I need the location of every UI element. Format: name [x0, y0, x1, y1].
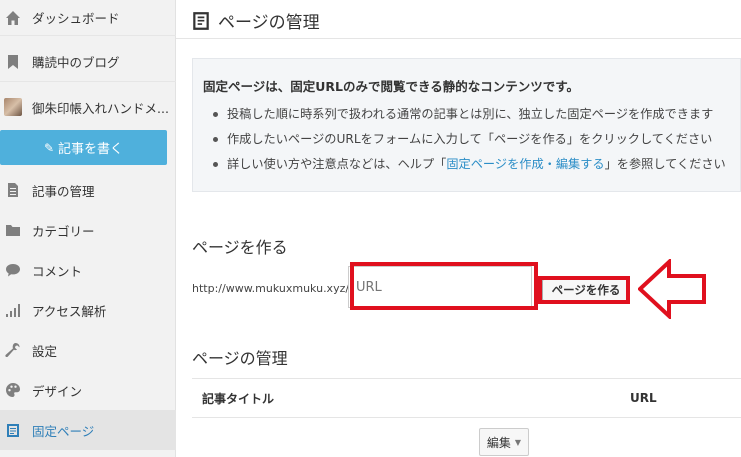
sidebar-item-label: 記事の管理 [32, 183, 95, 199]
sidebar-item-categories[interactable]: カテゴリー [0, 210, 176, 250]
sidebar-item-analytics[interactable]: アクセス解析 [0, 290, 176, 330]
list-item: 詳しい使い方や注意点などは、ヘルプ「固定ページを作成・編集する」を参照してくださ… [203, 155, 740, 180]
pencil-icon: ✎ [43, 140, 55, 155]
url-input[interactable] [348, 266, 532, 308]
main-content: ページの管理 固定ページは、固定URLのみで閲覧できる静的なコンテンツです。 投… [176, 0, 741, 457]
write-article-button[interactable]: ✎ 記事を書く [0, 130, 167, 165]
list-item: 投稿した順に時系列で扱われる通常の記事とは別に、独立した固定ページを作成できます [203, 105, 740, 130]
sidebar-item-dashboard[interactable]: ダッシュボード [0, 0, 176, 36]
sidebar-item-label: デザイン [32, 383, 83, 399]
blog-thumbnail [4, 98, 22, 116]
info-box: 固定ページは、固定URLのみで閲覧できる静的なコンテンツです。 投稿した順に時系… [192, 58, 741, 192]
sidebar-item-design[interactable]: デザイン [0, 370, 176, 410]
sidebar-item-subscriptions[interactable]: 購読中のブログ [0, 42, 176, 82]
pages-icon [192, 11, 218, 31]
folder-icon [4, 221, 22, 239]
wrench-icon [4, 341, 22, 359]
pages-icon [4, 421, 22, 439]
sidebar-item-blog[interactable]: 御朱印帳入れハンドメ... [0, 86, 176, 128]
page-title: ページの管理 [192, 8, 320, 33]
left-arrow-annotation [638, 259, 706, 319]
sidebar-item-label: アクセス解析 [32, 303, 107, 319]
sidebar-item-comments[interactable]: コメント [0, 250, 176, 290]
sidebar-item-label: コメント [32, 263, 83, 279]
url-prefix: http://www.mukuxmuku.xyz/ [192, 282, 350, 295]
sidebar-item-label: 購読中のブログ [32, 55, 120, 70]
sidebar-item-articles[interactable]: 記事の管理 [0, 170, 176, 210]
sidebar-item-label: 設定 [32, 343, 58, 359]
bar-chart-icon [4, 301, 22, 319]
sidebar-item-settings[interactable]: 設定 [0, 330, 176, 370]
palette-icon [4, 381, 22, 399]
manage-section-title: ページの管理 [192, 349, 288, 368]
create-section-title: ページを作る [192, 238, 288, 257]
table-header: 記事タイトル URL [192, 378, 741, 418]
info-list: 投稿した順に時系列で扱われる通常の記事とは別に、独立した固定ページを作成できます… [203, 105, 740, 180]
sidebar-item-label: カテゴリー [32, 223, 95, 239]
document-icon [4, 181, 22, 199]
sidebar-item-label: 御朱印帳入れハンドメ... [32, 100, 169, 116]
column-header-url: URL [630, 391, 657, 405]
header-divider [176, 38, 741, 39]
home-icon [4, 9, 22, 27]
bookmark-icon [4, 53, 22, 71]
column-header-title: 記事タイトル [202, 391, 275, 406]
info-title: 固定ページは、固定URLのみで閲覧できる静的なコンテンツです。 [203, 79, 579, 94]
comment-icon [4, 261, 22, 279]
sidebar-item-label: 固定ページ [32, 423, 95, 439]
caret-down-icon: ▼ [514, 437, 522, 447]
create-page-button[interactable]: ページを作る [542, 279, 630, 301]
help-link[interactable]: 固定ページを作成・編集する [446, 157, 604, 171]
page-title-text: ページの管理 [218, 13, 320, 33]
sidebar: ダッシュボード 購読中のブログ 御朱印帳入れハンドメ... ✎ 記事を書く 記事… [0, 0, 176, 457]
edit-dropdown-button[interactable]: 編集 ▼ [479, 428, 529, 456]
sidebar-item-fixed-pages[interactable]: 固定ページ [0, 410, 176, 450]
sidebar-item-label: ダッシュボード [32, 11, 120, 26]
list-item: 作成したいページのURLをフォームに入力して「ページを作る」をクリックしてくださ… [203, 130, 740, 155]
